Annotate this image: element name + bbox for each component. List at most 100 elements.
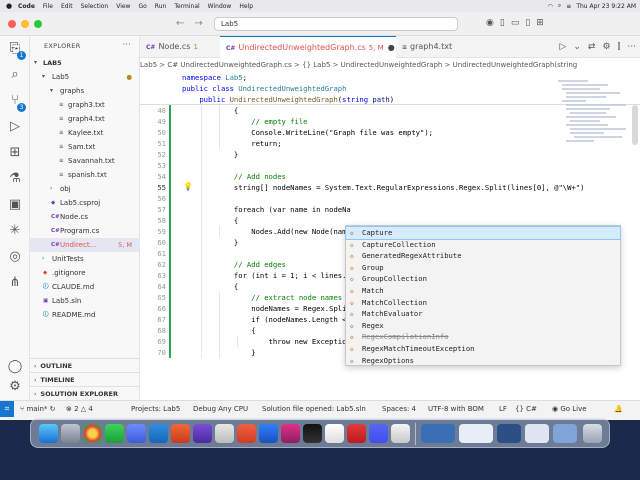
layout-icon[interactable]: ⊞ [536, 18, 544, 28]
intellisense-suggest-widget[interactable]: ◇ Capture ◇ CaptureCollection ◇ GeneratedRege… [345, 225, 621, 366]
close-window-button[interactable] [8, 20, 16, 28]
timeline-section[interactable]: › TIMELINE [30, 372, 140, 386]
menu-terminal[interactable]: Terminal [174, 3, 199, 10]
account-icon[interactable]: ◯ [6, 358, 24, 376]
github-desktop-icon[interactable] [193, 424, 212, 443]
tree-item[interactable]: C# Undirect... 5, M [30, 238, 140, 252]
finder-icon[interactable] [39, 424, 58, 443]
chrome-icon[interactable] [83, 424, 102, 443]
solution-explorer-section[interactable]: › SOLUTION EXPLORER [30, 386, 140, 400]
tree-item[interactable]: › obj [30, 182, 140, 196]
tree-view-icon[interactable]: ⋔ [6, 274, 24, 292]
indentation-indicator[interactable]: Spaces: 4 [382, 401, 416, 417]
toggle-sidebar-icon[interactable]: ▯ [500, 18, 505, 28]
more-actions-icon[interactable]: ··· [122, 40, 131, 50]
notes-icon[interactable] [325, 424, 344, 443]
run-dropdown-icon[interactable]: ⌄ [573, 42, 581, 52]
minimize-window-button[interactable] [21, 20, 29, 28]
claude-icon[interactable]: ✳ [6, 222, 24, 240]
remote-indicator-icon[interactable]: ⌗ [0, 401, 14, 417]
extensions-icon[interactable]: ⊞ [6, 144, 24, 162]
chatgpt-icon[interactable] [215, 424, 234, 443]
discord-icon[interactable] [369, 424, 388, 443]
claude-app-icon[interactable] [237, 424, 256, 443]
suggestion-item[interactable]: ◇ GeneratedRegexAttribute [346, 250, 620, 262]
trash-icon[interactable] [583, 424, 602, 443]
settings-gear-icon[interactable]: ⚙ [602, 42, 610, 52]
recent-window-thumbnail[interactable] [497, 424, 521, 443]
tree-item[interactable]: ▣ Lab5.sln [30, 294, 140, 308]
tree-root-lab5[interactable]: ▾ LAB5 [30, 56, 140, 70]
search-icon[interactable]: ⌕ [6, 66, 24, 84]
copilot-chat-icon[interactable]: ◎ [6, 248, 24, 266]
suggestion-item[interactable]: ◇ RegexCompilationInfo [346, 331, 620, 343]
breadcrumb[interactable]: Lab5 > C# UndirectedUnweightedGraph.cs >… [140, 58, 640, 72]
suggestion-item[interactable]: ◇ RegexMatchTimeoutException [346, 343, 620, 355]
menu-view[interactable]: View [116, 3, 130, 10]
menu-help[interactable]: Help [239, 3, 253, 10]
tree-item[interactable]: ⓘ README.md [30, 308, 140, 322]
downloads-stack-icon[interactable] [553, 424, 577, 443]
menu-app-name[interactable]: Code [18, 3, 35, 10]
suggestion-item[interactable]: ◇ MatchCollection [346, 297, 620, 309]
copilot-icon[interactable]: ◉ [486, 18, 494, 28]
menu-go[interactable]: Go [138, 3, 146, 10]
solution-status[interactable]: Solution file opened: Lab5.sln [262, 401, 366, 417]
problems-indicator[interactable]: ⊗ 2 △ 4 [66, 401, 93, 417]
tab-undirected-graph-cs[interactable]: C# UndirectedUnweightedGraph.cs 5, M ● [220, 36, 396, 58]
git-branch[interactable]: ⑂ main* ↻ [20, 401, 56, 417]
slack-icon[interactable] [281, 424, 300, 443]
tree-item[interactable]: ▾ Lab5 ● [30, 70, 140, 84]
tree-item[interactable]: ≡ Sam.txt [30, 140, 140, 154]
tree-item[interactable]: ≡ graph3.txt [30, 98, 140, 112]
tree-item[interactable]: ≡ Savannah.txt [30, 154, 140, 168]
testing-icon[interactable]: ⚗ [6, 170, 24, 188]
recent-window-thumbnail[interactable] [525, 424, 549, 443]
messages-icon[interactable] [105, 424, 124, 443]
suggestion-item[interactable]: ◇ RegexOptions [346, 355, 620, 367]
menu-edit[interactable]: Edit [61, 3, 73, 10]
vscode-icon[interactable] [149, 424, 168, 443]
suggestion-item[interactable]: ◇ Match [346, 285, 620, 297]
control-center-icon[interactable]: ≡ [566, 3, 571, 10]
notifications-bell-icon[interactable]: 🔔 [614, 401, 623, 417]
outline-section[interactable]: › OUTLINE [30, 358, 140, 372]
tree-item[interactable]: ≡ spanish.txt [30, 168, 140, 182]
tree-item[interactable]: C# Node.cs [30, 210, 140, 224]
go-live-button[interactable]: ◉ Go Live [552, 401, 587, 417]
menubar-clock[interactable]: Thu Apr 23 9:22 AM [576, 3, 636, 10]
calendar-icon[interactable] [347, 424, 366, 443]
lightbulb-icon[interactable]: 💡 [183, 182, 193, 191]
projects-indicator[interactable]: Projects: Lab5 [131, 401, 180, 417]
apple-icon[interactable]: ● [4, 2, 14, 10]
wifi-icon[interactable]: ◠ [548, 3, 553, 10]
tab-node-cs[interactable]: C# Node.cs 1 [140, 36, 220, 58]
suggestion-item[interactable]: ◇ Regex [346, 320, 620, 332]
tab-graph4-txt[interactable]: ≡ graph4.txt [396, 36, 476, 58]
slides-icon[interactable] [171, 424, 190, 443]
teams-icon[interactable] [259, 424, 278, 443]
suggestion-item[interactable]: ◇ Group [346, 262, 620, 274]
tree-item[interactable]: C# Program.cs [30, 224, 140, 238]
toggle-secondary-sidebar-icon[interactable]: ▯ [525, 18, 530, 28]
manage-gear-icon[interactable]: ⚙ [6, 378, 24, 396]
tree-item[interactable]: ⓘ CLAUDE.md [30, 280, 140, 294]
menu-window[interactable]: Window [208, 3, 232, 10]
menu-run[interactable]: Run [155, 3, 167, 10]
suggestion-item[interactable]: ◇ MatchEvaluator [346, 308, 620, 320]
tree-item[interactable]: ≡ graph4.txt [30, 112, 140, 126]
suggestion-item[interactable]: ◇ GroupCollection [346, 273, 620, 285]
command-center-search[interactable]: Lab5 [214, 17, 458, 31]
menu-selection[interactable]: Selection [81, 3, 109, 10]
tree-item[interactable]: › UnitTests [30, 252, 140, 266]
tree-item[interactable]: ▾ graphs [30, 84, 140, 98]
launchpad-icon[interactable] [61, 424, 80, 443]
recent-window-thumbnail[interactable] [459, 424, 493, 443]
tree-item[interactable]: ◆ Lab5.csproj [30, 196, 140, 210]
terminal-icon[interactable] [303, 424, 322, 443]
split-editor-icon[interactable]: ⫿ [618, 42, 621, 52]
suggestion-item[interactable]: ◇ Capture [345, 226, 621, 240]
build-config-indicator[interactable]: Debug Any CPU [193, 401, 248, 417]
eol-indicator[interactable]: LF [499, 401, 507, 417]
menu-file[interactable]: File [43, 3, 53, 10]
